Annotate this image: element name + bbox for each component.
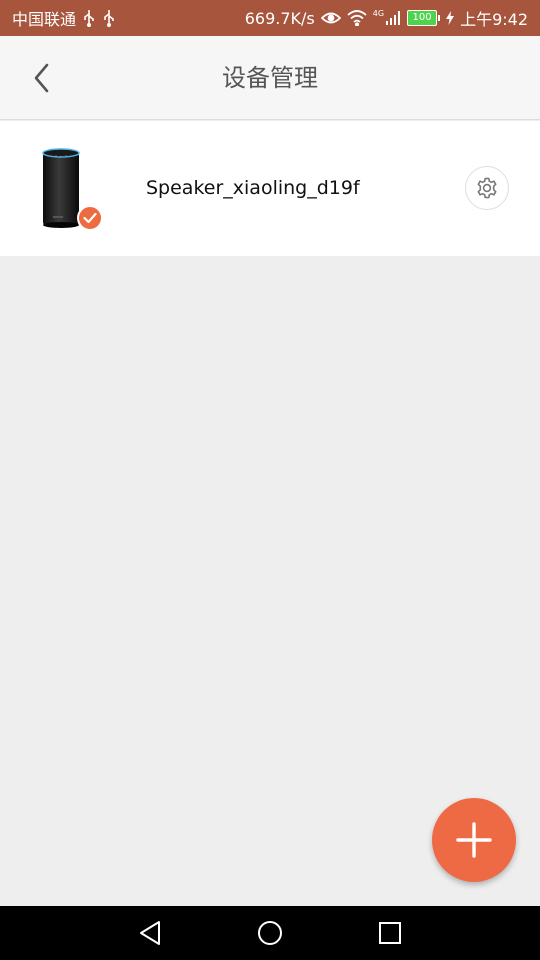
charging-icon bbox=[446, 11, 455, 25]
back-button[interactable] bbox=[22, 58, 62, 98]
usb-icon bbox=[102, 9, 116, 27]
page-title: 设备管理 bbox=[222, 64, 318, 92]
device-name: Speaker_xiaoling_d19f bbox=[146, 177, 360, 199]
battery-icon: 100 bbox=[407, 10, 441, 26]
battery-level-label: 100 bbox=[407, 10, 438, 26]
eye-icon bbox=[320, 11, 341, 25]
smart-speaker-icon bbox=[40, 148, 82, 230]
usb-icon bbox=[82, 9, 96, 27]
gear-icon bbox=[477, 177, 497, 199]
carrier-label: 中国联通 bbox=[12, 10, 77, 29]
system-nav-bar bbox=[0, 906, 540, 960]
signal-icon: 4G bbox=[373, 10, 401, 26]
nav-back-button[interactable] bbox=[130, 913, 170, 953]
selected-check-icon bbox=[77, 205, 103, 231]
nav-recents-button[interactable] bbox=[370, 913, 410, 953]
home-circle-icon bbox=[258, 921, 282, 945]
back-triangle-icon bbox=[140, 921, 160, 945]
status-bar: 中国联通 669.7K/s 4G 100 上午9:42 bbox=[0, 0, 540, 36]
wifi-icon bbox=[347, 10, 367, 26]
device-settings-button[interactable] bbox=[465, 166, 509, 210]
net-speed-label: 669.7K/s bbox=[244, 8, 315, 28]
status-right: 669.7K/s 4G 100 上午9:42 bbox=[245, 6, 528, 30]
recents-square-icon bbox=[379, 922, 401, 944]
battery-tip bbox=[438, 15, 441, 21]
device-list-item[interactable]: Speaker_xiaoling_d19f bbox=[0, 121, 540, 256]
network-type-label: 4G bbox=[372, 9, 385, 18]
add-device-button[interactable] bbox=[432, 798, 516, 882]
nav-home-button[interactable] bbox=[250, 913, 290, 953]
time-label: 上午9:42 bbox=[460, 10, 528, 29]
plus-icon bbox=[456, 822, 492, 858]
chevron-left-icon bbox=[34, 63, 49, 93]
status-left: 中国联通 bbox=[12, 6, 116, 30]
app-header: 设备管理 bbox=[0, 36, 540, 120]
